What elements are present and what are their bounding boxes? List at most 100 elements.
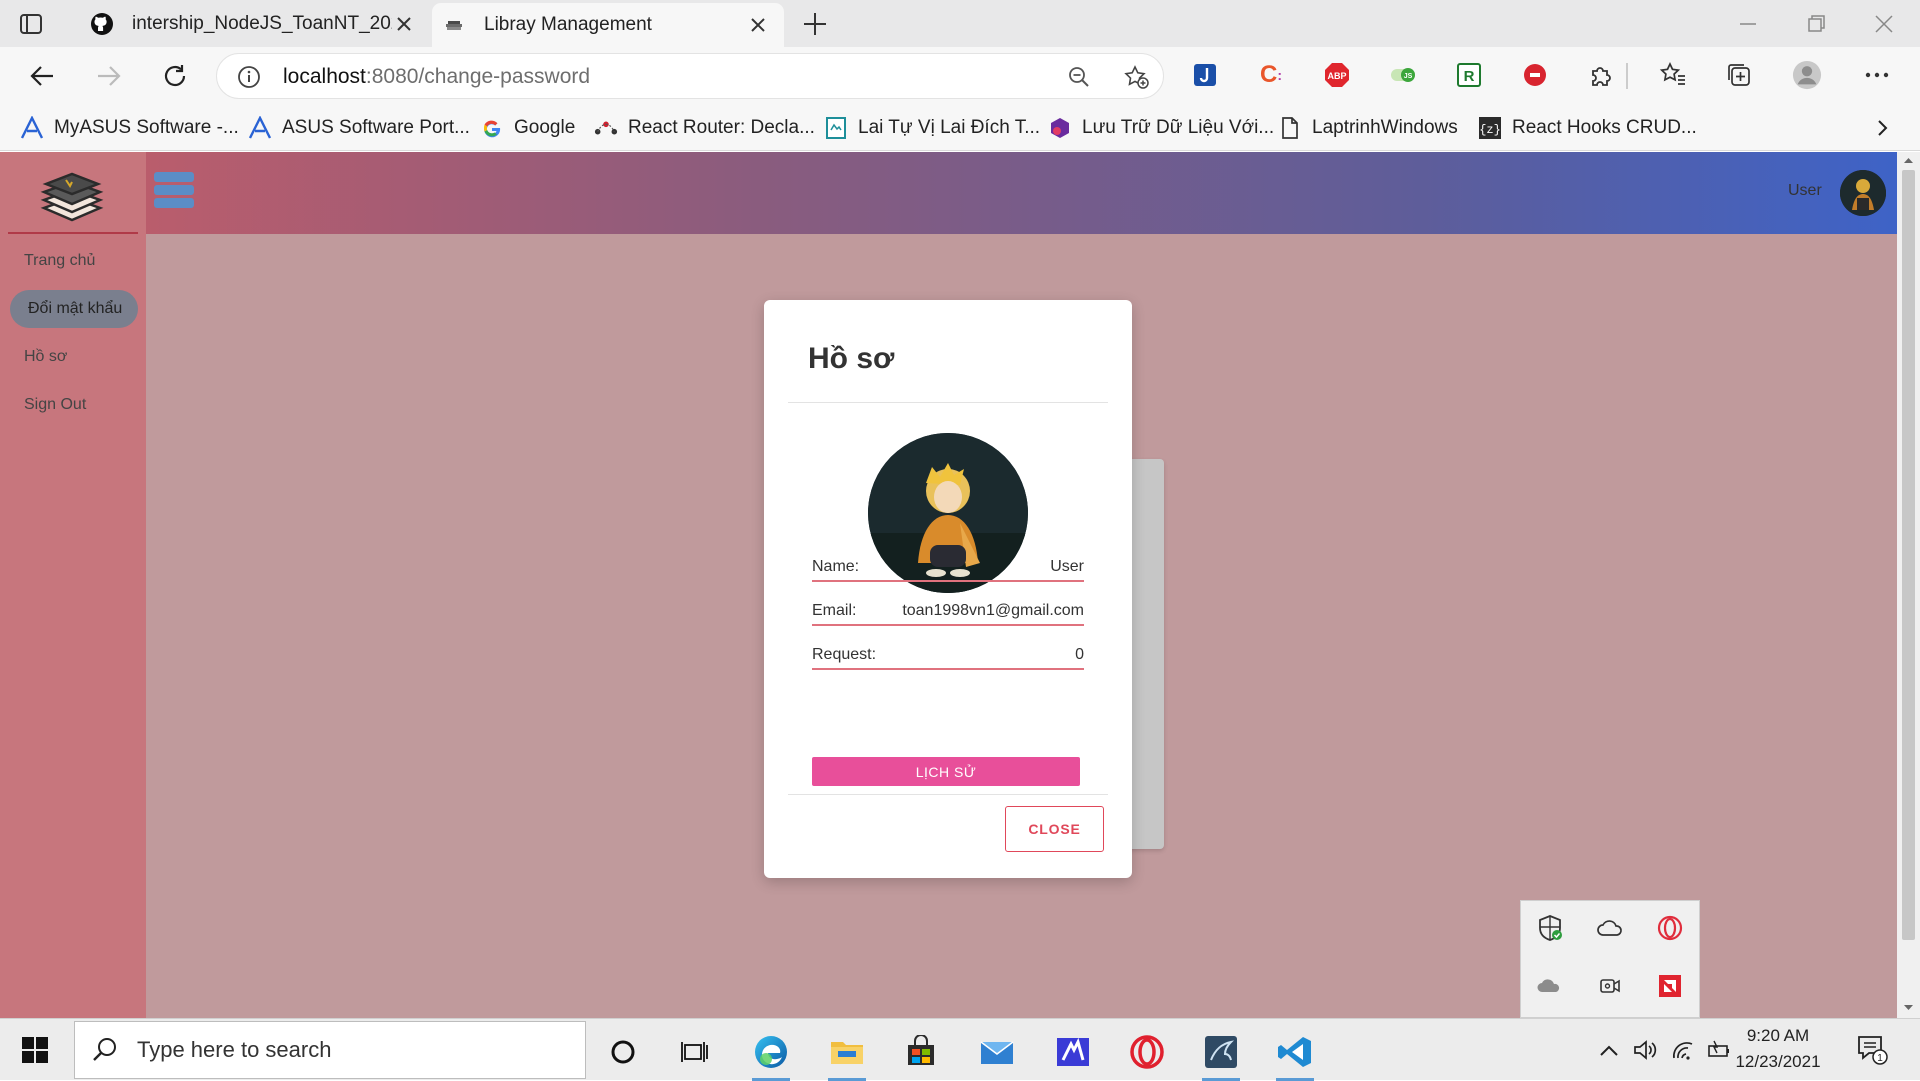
zoom-icon[interactable] [1067,65,1091,89]
bookmark-react-router[interactable]: React Router: Decla... [594,114,815,142]
onedrive-personal-icon[interactable] [1535,971,1565,1001]
opera-tray-icon[interactable] [1655,913,1685,943]
scroll-up-icon[interactable] [1903,156,1914,164]
windows-start-icon[interactable] [20,1035,50,1065]
collections-icon[interactable] [1724,60,1754,90]
search-icon [93,1038,116,1061]
opera-icon[interactable] [1118,1027,1176,1077]
restore-icon[interactable] [1804,12,1828,36]
amd-icon[interactable] [1655,971,1685,1001]
mail-icon[interactable] [968,1027,1026,1077]
page-scrollbar[interactable] [1897,152,1920,1018]
bookmark-myasus[interactable]: MyASUS Software -... [20,114,239,142]
mysql-workbench-icon[interactable] [1192,1027,1250,1081]
tray-overflow-popup [1520,900,1700,1018]
sidebar-item-doi-mat-khau[interactable]: Đổi mật khẩu [10,290,138,328]
app-sidebar: Trang chủ Đổi mật khẩu Hồ sơ Sign Out [0,152,146,1018]
bookmark-react-hooks[interactable]: {z} React Hooks CRUD... [1478,114,1697,142]
request-field: Request: 0 [812,642,1084,670]
meet-now-icon[interactable] [1595,971,1625,1001]
modal-title: Hồ sơ [808,342,895,375]
field-label: Request: [812,646,877,663]
browser-toolbar: localhost:8080/change-password C: ABP JS… [0,47,1920,105]
asus-a-icon [248,116,272,140]
c-extension-icon[interactable]: C: [1256,60,1286,90]
minimize-icon[interactable] [1736,12,1760,36]
bookmark-laptrinhwindows[interactable]: LaptrinhWindows [1278,114,1458,142]
wifi-icon[interactable] [1670,1037,1696,1063]
new-tab-icon[interactable] [801,10,829,38]
jira-icon[interactable] [1190,60,1220,90]
notification-center-icon[interactable]: 1 [1856,1033,1888,1065]
svg-text:{z}: {z} [1479,123,1501,137]
store-icon[interactable] [892,1027,950,1077]
sidebar-item-sign-out[interactable]: Sign Out [10,386,86,424]
vivid-icon[interactable] [1044,1027,1102,1077]
back-icon[interactable] [27,61,57,91]
sidebar-item-ho-so[interactable]: Hồ sơ [10,338,67,376]
cortana-icon[interactable] [594,1027,652,1077]
user-avatar[interactable] [1840,170,1886,216]
add-favorite-icon[interactable] [1123,64,1149,90]
name-field: Name: User [812,554,1084,582]
task-view-icon[interactable] [666,1027,724,1077]
tab-actions-icon[interactable] [18,11,44,37]
bookmark-lai-tu-vi[interactable]: Lai Tự Vị Lai Đích T... [824,114,1040,142]
windows-security-icon[interactable] [1535,913,1565,943]
react-router-icon [594,116,618,140]
scrollbar-thumb[interactable] [1902,170,1915,940]
google-icon [480,116,504,140]
bookmark-luu-tru[interactable]: Lưu Trữ Dữ Liệu Với... [1048,114,1274,142]
modal-divider [788,794,1108,795]
r-extension-icon[interactable]: R [1454,60,1484,90]
file-explorer-icon[interactable] [818,1027,876,1081]
bookmarks-more-chevron-icon[interactable] [1872,114,1892,142]
volume-icon[interactable] [1632,1037,1658,1063]
tab-library-management[interactable]: Libray Management [432,3,784,47]
sidebar-item-trang-chu[interactable]: Trang chủ [10,242,95,280]
svg-text:JS: JS [1404,73,1413,80]
close-tab-icon[interactable] [746,13,770,37]
edge-icon[interactable] [742,1027,800,1081]
svg-text:ABP: ABP [1327,71,1346,81]
vscode-icon[interactable] [1266,1027,1324,1081]
field-label: Name: [812,558,860,575]
bookmarks-bar: MyASUS Software -... ASUS Software Port.… [0,105,1920,151]
favorites-icon[interactable] [1658,60,1688,90]
more-options-icon[interactable] [1862,60,1892,90]
adblock-plus-icon[interactable]: ABP [1322,60,1352,90]
url-text: localhost:8080/change-password [283,65,591,88]
email-field: Email: toan1998vn1@gmail.com [812,598,1084,626]
site-info-icon[interactable] [237,65,261,89]
menu-toggle-icon[interactable] [154,172,194,212]
tab-github[interactable]: intership_NodeJS_ToanNT_20211 [80,0,430,47]
bookmark-google[interactable]: Google [480,114,575,142]
close-window-icon[interactable] [1872,12,1896,36]
taskbar-search-box[interactable]: Type here to search [74,1021,586,1079]
asus-a-icon [20,116,44,140]
clock-date: 12/23/2021 [1735,1052,1821,1071]
hexagon-purple-icon [1048,116,1072,140]
forward-icon[interactable] [94,61,124,91]
close-button[interactable]: CLOSE [1005,806,1104,852]
onedrive-icon[interactable] [1595,913,1625,943]
show-hidden-icons-icon[interactable] [1596,1037,1622,1063]
field-value: toan1998vn1@gmail.com [902,602,1084,619]
puzzle-icon[interactable] [1586,60,1616,90]
page-icon [1278,116,1302,140]
field-label: Email: [812,602,857,619]
red-shield-icon[interactable] [1520,60,1550,90]
field-value: User [1050,558,1084,575]
reload-icon[interactable] [160,61,190,91]
web-page: User Trang chủ Đổi mật khẩu Hồ sơ Sign O… [0,152,1897,1018]
taskbar-clock[interactable]: 9:20 AM 12/23/2021 [1728,1023,1828,1075]
github-icon [90,12,114,36]
profile-icon[interactable] [1792,60,1822,90]
scroll-down-icon[interactable] [1903,1004,1914,1012]
close-tab-icon[interactable] [392,12,416,36]
js-toggle-icon[interactable]: JS [1388,60,1418,90]
address-bar[interactable]: localhost:8080/change-password [216,53,1164,99]
books-logo-icon [36,168,108,226]
bookmark-asus-portal[interactable]: ASUS Software Port... [248,114,470,142]
history-button[interactable]: LỊCH SỬ [812,757,1080,786]
